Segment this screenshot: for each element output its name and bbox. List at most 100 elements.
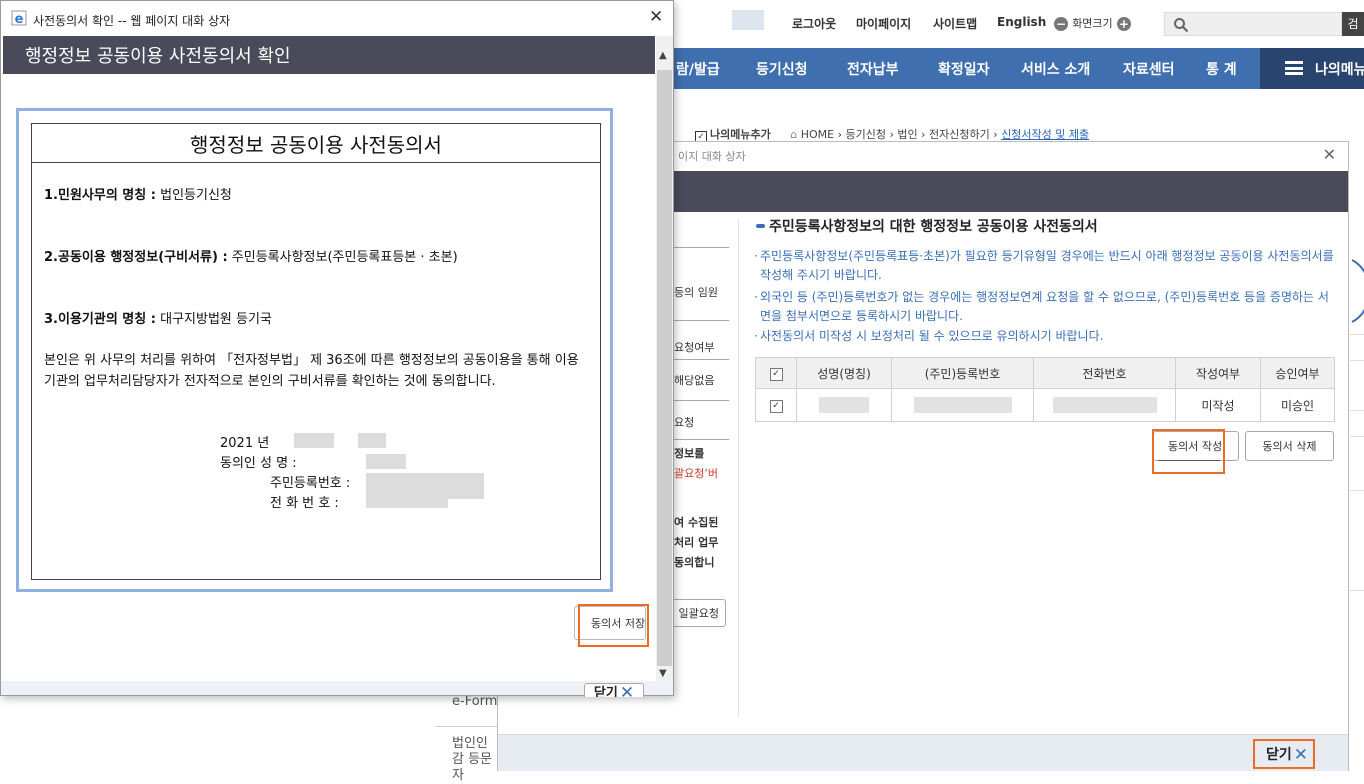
bulk-request-button[interactable]: 일괄요청 — [674, 599, 726, 627]
consent-table: ✓ 성명(명칭) (주민)등록번호 전화번호 작성여부 승인여부 ✓ 미작성 미… — [755, 357, 1335, 422]
add-my-menu-link[interactable]: 나의메뉴추가 — [710, 128, 771, 141]
name-cell — [796, 388, 892, 422]
dialog-title: 이지 대화 상자 — [678, 150, 746, 163]
left-col-text: 여 수집된 — [674, 516, 719, 529]
id-number-cell — [891, 388, 1034, 422]
scroll-down-icon[interactable]: ▼ — [659, 668, 667, 679]
row-select-cell: ✓ — [755, 388, 797, 422]
circle-decoration — [1351, 259, 1364, 323]
select-all-checkbox[interactable]: ✓ — [769, 368, 783, 381]
nav-item-e-payment[interactable]: 전자납부 — [847, 59, 899, 79]
redacted-username — [732, 10, 764, 30]
document-title: 행정정보 공동이용 사전동의서 — [190, 133, 442, 157]
close-button[interactable]: 닫기 ✕ — [584, 683, 644, 697]
home-icon: ⌂ — [790, 128, 798, 141]
note-text: · 주민등록사항정보(주민등록표등·초본)가 필요한 등기유형일 경우에는 반드시… — [754, 249, 1334, 282]
nav-item-fixed-date[interactable]: 확정일자 — [938, 59, 990, 79]
breadcrumb-item[interactable]: 전자신청하기 — [929, 128, 990, 141]
left-col-text: 동의합니 — [674, 556, 715, 569]
document-frame: 행정정보 공동이용 사전동의서 1.민원사무의 명칭 : 법인등기신청 2.공동… — [31, 123, 601, 580]
redacted-date — [294, 433, 334, 448]
background-sidebar: e-Form 법인인감 등문자 — [436, 690, 498, 783]
scroll-up-icon[interactable]: ▲ — [659, 50, 667, 61]
table-header: 성명(명칭) — [796, 357, 892, 389]
table-header: 작성여부 — [1175, 357, 1261, 389]
doc-item-2: 2.공동이용 행정정보(구비서류) : 주민등록사항정보(주민등록표등본 · 초… — [44, 250, 458, 265]
redacted-phone — [366, 496, 448, 508]
left-col-text: 정보를 — [674, 447, 705, 460]
select-all-cell: ✓ — [755, 357, 797, 389]
delete-consent-button[interactable]: 동의서 삭제 — [1245, 431, 1334, 461]
zoom-control: − 화면크기 + — [1054, 15, 1131, 31]
window-title: 사전동의서 확인 -- 웹 페이지 대화 상자 — [33, 14, 231, 28]
consent-document: 행정정보 공동이용 사전동의서 1.민원사무의 명칭 : 법인등기신청 2.공동… — [16, 108, 613, 592]
save-consent-button[interactable]: 동의서 저장 — [574, 606, 646, 640]
nav-item-registration[interactable]: 등기신청 — [756, 59, 808, 79]
my-menu-button[interactable]: 나의메뉴 — [1260, 48, 1364, 89]
svg-text:e: e — [15, 12, 24, 26]
dialog-header: 행정정보 공동이용 사전동의서 확인 — [3, 36, 655, 74]
search-input[interactable] — [1164, 12, 1342, 36]
mypage-link[interactable]: 마이페이지 — [856, 15, 911, 32]
signer-id-label: 주민등록번호 : — [270, 476, 351, 491]
sitemap-link[interactable]: 사이트맵 — [933, 15, 977, 32]
close-icon[interactable]: ✕ — [649, 8, 663, 26]
left-col-text: 요청 — [674, 416, 695, 429]
zoom-label: 화면크기 — [1072, 17, 1113, 30]
consent-confirm-dialog: e 사전동의서 확인 -- 웹 페이지 대화 상자 ✕ 행정정보 공동이용 사전… — [0, 0, 674, 697]
breadcrumb-current[interactable]: 신청서작성 및 제출 — [1001, 128, 1089, 141]
redacted-date — [358, 433, 386, 448]
note-text: · 외국인 등 (주민)등록번호가 없는 경우에는 행정정보연계 요청을 할 수 … — [754, 290, 1329, 323]
breadcrumb: ✓ 나의메뉴추가 ⌂ HOME › 등기신청 › 법인 › 전자신청하기 › 신청… — [695, 126, 1355, 143]
nav-item-service-intro[interactable]: 서비스 소개 — [1021, 59, 1090, 79]
hamburger-icon — [1285, 61, 1303, 75]
nav-item-resources[interactable]: 자료센터 — [1123, 59, 1175, 79]
logout-link[interactable]: 로그아웃 — [792, 15, 836, 32]
left-col-text: 해당없음 — [674, 374, 715, 387]
english-link[interactable]: English — [997, 15, 1046, 29]
table-row: ✓ 미작성 미승인 — [755, 388, 1335, 422]
eform-label: e-Form — [452, 694, 498, 709]
corporate-seal-label: 법인인감 등문자 — [452, 736, 493, 783]
scrollbar-thumb[interactable] — [657, 70, 672, 666]
zoom-out-icon[interactable]: − — [1054, 16, 1068, 31]
close-icon[interactable]: ✕ — [1323, 145, 1336, 164]
main-navigation: 람/발급 등기신청 전자납부 확정일자 서비스 소개 자료센터 통 계 나의메뉴 — [674, 48, 1364, 89]
table-header: 전화번호 — [1033, 357, 1176, 389]
close-icon: ✕ — [1293, 744, 1309, 765]
left-col-text: 등의 임원 — [674, 286, 718, 299]
close-button[interactable]: 닫기 ✕ — [1256, 740, 1316, 768]
consent-paragraph: 본인은 위 사무의 처리를 위하여 「전자정부법」 제 36조에 따른 행정정보… — [44, 353, 579, 389]
breadcrumb-item[interactable]: HOME — [801, 128, 834, 141]
date-year: 2021 년 — [220, 436, 270, 451]
vertical-scrollbar[interactable]: ▲ ▼ — [656, 36, 673, 681]
redacted-name — [366, 454, 406, 469]
nav-item-view-issue[interactable]: 람/발급 — [676, 59, 720, 79]
status-cell: 미작성 — [1175, 388, 1261, 422]
note-text: · 사전동의서 미작성 시 보정처리 될 수 있으므로 유의하시기 바랍니다. — [754, 329, 1104, 343]
my-menu-label: 나의메뉴 — [1315, 62, 1364, 78]
dialog-footer — [498, 734, 1348, 771]
left-col-text: 요청여부 — [674, 341, 715, 354]
row-checkbox[interactable]: ✓ — [769, 400, 783, 413]
doc-item-3: 3.이용기관의 명칭 : 대구지방법원 등기국 — [44, 312, 272, 327]
ie-icon: e — [11, 10, 27, 26]
breadcrumb-item[interactable]: 등기신청 — [846, 128, 886, 141]
write-consent-button[interactable]: 동의서 작성 — [1153, 431, 1239, 461]
signer-name-label: 동의인 성 명 : — [220, 456, 297, 471]
dialog-header-title: 행정정보 공동이용 사전동의서 확인 — [25, 46, 291, 67]
nav-item-statistics[interactable]: 통 계 — [1206, 59, 1237, 79]
dialog-header-band — [674, 171, 1348, 212]
close-icon: ✕ — [619, 683, 635, 697]
approval-cell: 미승인 — [1260, 388, 1335, 422]
left-col-text: 처리 업무 — [674, 536, 719, 549]
dialog-footer — [1, 681, 673, 695]
search-icon — [1174, 18, 1189, 33]
zoom-in-icon[interactable]: + — [1116, 16, 1131, 31]
window-titlebar: e 사전동의서 확인 -- 웹 페이지 대화 상자 ✕ — [1, 1, 673, 35]
section-title: 주민등록사항정보의 대한 행정정보 공동이용 사전동의서 — [756, 216, 1098, 236]
search-button[interactable]: 검 — [1342, 12, 1364, 36]
signer-phone-label: 전 화 번 호 : — [270, 496, 339, 511]
table-header: (주민)등록번호 — [891, 357, 1034, 389]
breadcrumb-item[interactable]: 법인 — [897, 128, 917, 141]
